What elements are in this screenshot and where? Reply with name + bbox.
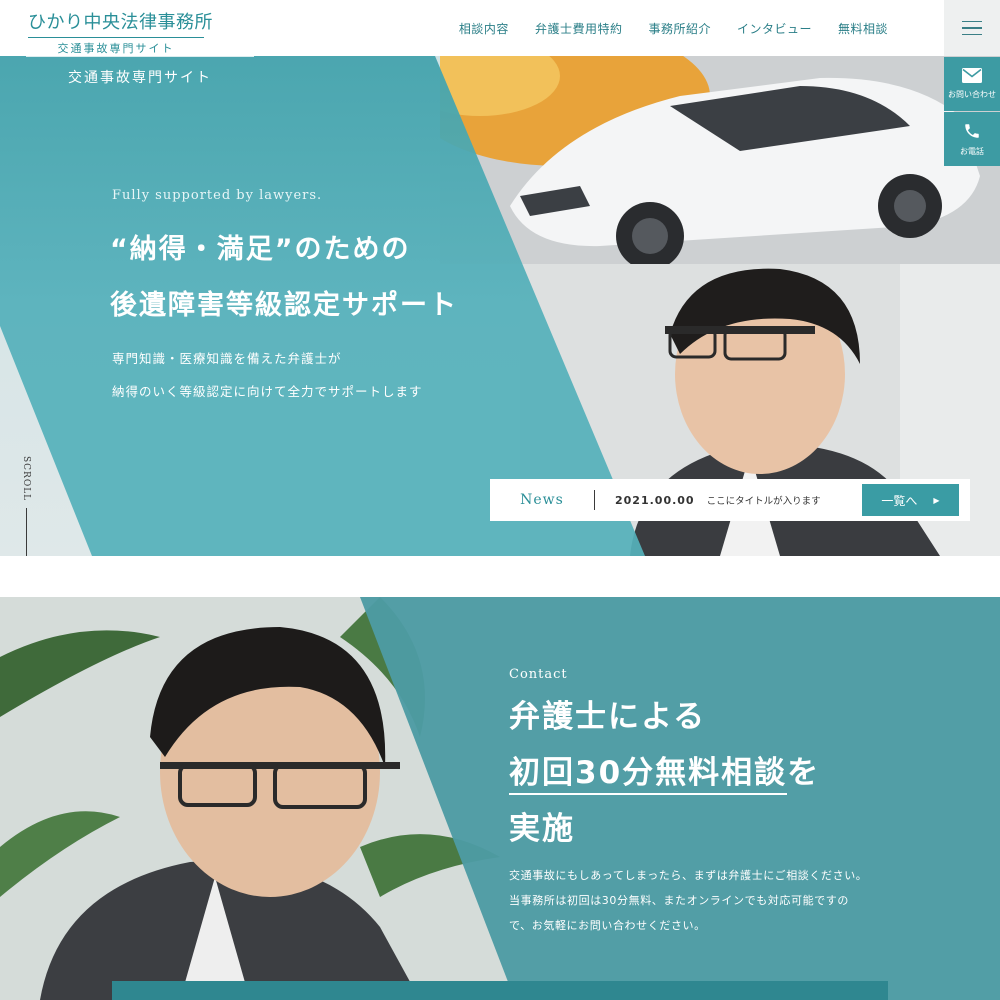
news-divider (594, 490, 595, 510)
news-item-link[interactable]: ここにタイトルが入ります (707, 493, 821, 507)
hero-description: 専門知識・医療知識を備えた弁護士が 納得のいく等級認定に向けて全力でサポートしま… (112, 342, 423, 408)
news-list-button[interactable]: 一覧へ ▶ (862, 484, 959, 516)
hero-site-name: 交通事故専門サイト (26, 56, 254, 87)
nav-item-interview[interactable]: インタビュー (737, 20, 812, 37)
hero-english-tagline: Fully supported by lawyers. (112, 188, 323, 203)
phone-call-label: お電話 (960, 146, 984, 156)
triangle-right-icon: ▶ (933, 495, 940, 505)
scroll-indicator-line (26, 508, 27, 556)
hamburger-menu-button[interactable] (944, 0, 1000, 56)
phone-icon (965, 123, 979, 138)
contact-heading: 弁護士による 初回30分無料相談を 実施 (509, 689, 820, 857)
hero-car-photo (440, 56, 1000, 264)
hamburger-icon-bar (962, 27, 982, 29)
envelope-icon (962, 68, 982, 83)
contact-mail-label: お問い合わせ (948, 90, 996, 99)
contact-heading-line1: 弁護士による (509, 699, 707, 735)
contact-english-label: Contact (509, 667, 568, 682)
contact-heading-line2-rest: を (787, 755, 821, 791)
hero-heading: “納得・満足”のための 後遺障害等級認定サポート (110, 222, 458, 334)
contact-description: 交通事故にもしあってしまったら、まずは弁護士にご相談ください。当事務所は初回は3… (509, 869, 868, 932)
hero-heading-line1: “納得・満足”のための (110, 234, 411, 265)
site-header: ひかり中央法律事務所 交通事故専門サイト 相談内容 弁護士費用特約 事務所紹介 … (0, 0, 1000, 56)
nav-item-fee-rider[interactable]: 弁護士費用特約 (535, 20, 623, 37)
nav-item-consultation[interactable]: 相談内容 (459, 20, 509, 37)
contact-heading-highlight: 初回30分無料相談 (509, 755, 788, 795)
hero-heading-line2: 後遺障害等級認定サポート (110, 290, 458, 321)
model-car-illustration (440, 56, 1000, 264)
contact-cta-strip[interactable] (112, 981, 888, 1000)
global-nav: 相談内容 弁護士費用特約 事務所紹介 インタビュー 無料相談 (459, 0, 888, 56)
hamburger-icon-bar (962, 20, 982, 23)
logo-firm-name: ひかり中央法律事務所 (28, 12, 213, 33)
hero-section: 交通事故専門サイト Fully supported by lawyers. “納… (0, 56, 1000, 556)
hero-description-line2: 納得のいく等級認定に向けて全力でサポートします (112, 384, 423, 399)
contact-heading-line2: 初回30分無料相談を (509, 745, 820, 801)
site-logo[interactable]: ひかり中央法律事務所 交通事故専門サイト (28, 8, 213, 56)
phone-call-button[interactable]: お電話 (944, 112, 1000, 166)
contact-mail-button[interactable]: お問い合わせ (944, 57, 1000, 111)
news-list-button-label: 一覧へ (881, 493, 918, 508)
logo-subtitle: 交通事故専門サイト (57, 42, 175, 55)
contact-section: Contact 弁護士による 初回30分無料相談を 実施 交通事故にもしあってし… (0, 597, 1000, 1000)
nav-item-about[interactable]: 事務所紹介 (648, 20, 711, 37)
news-ticker: News 2021.00.00 ここにタイトルが入ります 一覧へ ▶ (490, 479, 970, 521)
news-date: 2021.00.00 (615, 493, 695, 507)
hero-description-line1: 専門知識・医療知識を備えた弁護士が (112, 351, 342, 366)
scroll-indicator-label[interactable]: SCROLL (21, 456, 31, 501)
news-heading: News (520, 492, 564, 508)
contact-heading-line3: 実施 (509, 811, 575, 847)
logo-divider (28, 37, 204, 38)
hamburger-icon-bar (962, 33, 982, 36)
nav-item-free-consultation[interactable]: 無料相談 (838, 20, 888, 37)
